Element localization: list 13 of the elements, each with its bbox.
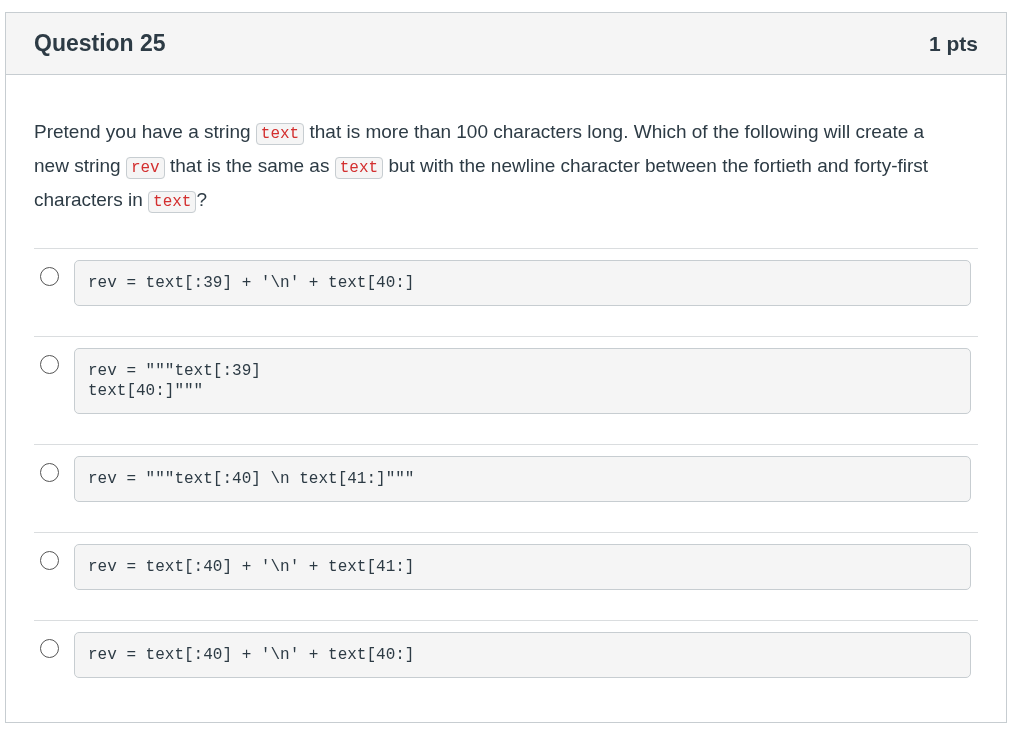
answer-code: rev = """text[:39] text[40:]""" — [74, 348, 971, 414]
radio-button[interactable] — [40, 355, 59, 374]
answer-code: rev = text[:40] + '\n' + text[41:] — [74, 544, 971, 590]
radio-button[interactable] — [40, 639, 59, 658]
points-label: 1 pts — [929, 30, 978, 57]
answer-code: rev = text[:39] + '\n' + text[40:] — [74, 260, 971, 306]
radio-button[interactable] — [40, 551, 59, 570]
answer-code: rev = text[:40] + '\n' + text[40:] — [74, 632, 971, 678]
radio-button[interactable] — [40, 267, 59, 286]
question-title: Question 25 — [34, 29, 166, 59]
answer-code: rev = """text[:40] \n text[41:]""" — [74, 456, 971, 502]
radio-button[interactable] — [40, 463, 59, 482]
question-text: Pretend you have a string text that is more than 100 characters long. Which of the following will create a new string rev that is the same as text but with the newline character between the fortieth and forty-first characters in text ? — [34, 120, 930, 215]
